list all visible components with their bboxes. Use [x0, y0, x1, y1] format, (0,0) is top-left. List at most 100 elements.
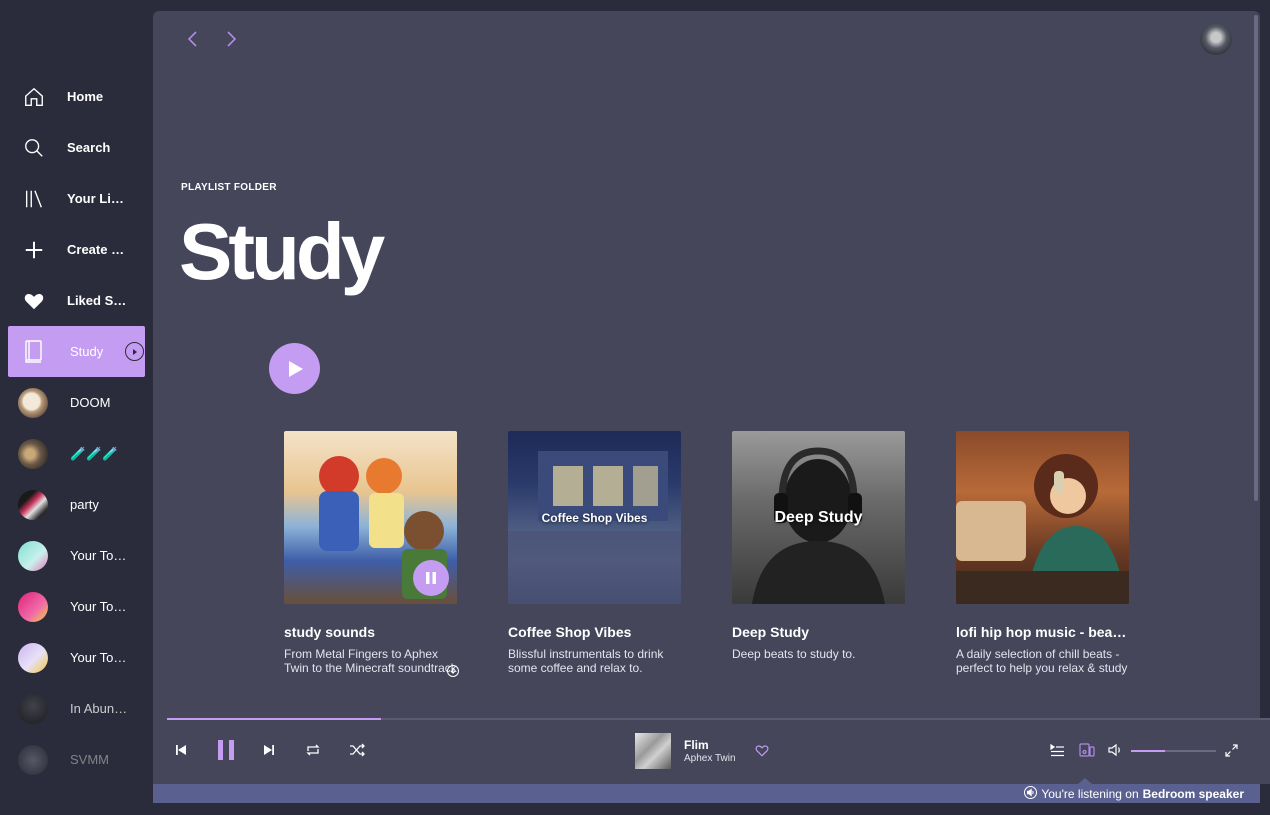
card-pause-button[interactable]: [413, 560, 449, 596]
fullscreen-button[interactable]: [1222, 741, 1240, 759]
playlist-thumbnail: [18, 643, 48, 673]
card-artwork: Deep Study: [732, 431, 905, 604]
nav-create-playlist[interactable]: Create Playlist: [8, 224, 145, 275]
skip-back-icon: [176, 745, 186, 755]
now-playing-artist[interactable]: Aphex Twin: [684, 753, 736, 764]
pause-button[interactable]: [215, 739, 237, 761]
expand-icon: [1224, 743, 1238, 757]
pause-icon: [426, 572, 436, 584]
sidebar-item-top-2020[interactable]: Your Top Songs 2020: [8, 530, 145, 581]
queue-button[interactable]: [1048, 741, 1066, 759]
speaker-icon: [1024, 786, 1038, 802]
playlist-thumbnail: [18, 388, 48, 418]
sidebar-item-svmm[interactable]: SVMM: [8, 734, 145, 785]
volume-icon: [1107, 743, 1120, 757]
volume-button[interactable]: [1106, 741, 1124, 759]
scrollbar[interactable]: [1254, 15, 1258, 501]
card-title: lofi hip hop music - beats to relax/stud…: [956, 624, 1129, 640]
card-description: Deep beats to study to.: [732, 647, 856, 661]
shuffle-icon: [350, 743, 365, 757]
nav-liked-songs-label: Liked Songs: [67, 293, 131, 308]
back-arrow-icon[interactable]: [183, 29, 203, 49]
sidebar-item-in-abundance[interactable]: In Abundance: [8, 683, 145, 734]
playlist-card-lofi-hip-hop[interactable]: lofi hip hop music - beats to relax/stud…: [956, 431, 1129, 691]
sidebar-item-study[interactable]: Study: [8, 326, 145, 377]
device-name[interactable]: Bedroom speaker: [1143, 787, 1244, 801]
connect-device-button[interactable]: [1078, 741, 1096, 759]
home-icon: [22, 85, 46, 109]
play-button[interactable]: [269, 343, 320, 394]
now-playing-cover[interactable]: [635, 733, 671, 769]
nav-search[interactable]: Search: [8, 122, 145, 173]
nav-search-label: Search: [67, 140, 111, 155]
heart-icon: [22, 289, 46, 313]
card-art-text: Coffee Shop Vibes: [541, 510, 648, 525]
page-title: Study: [179, 207, 385, 296]
sidebar-item-top-2019[interactable]: Your Top Songs 2019: [8, 581, 145, 632]
device-bar-pointer: [1078, 778, 1092, 784]
forward-arrow-icon[interactable]: [221, 29, 241, 49]
previous-button[interactable]: [172, 741, 190, 759]
device-status-prefix: You're listening on: [1041, 787, 1139, 801]
sidebar-item-label: Your Top Songs 2019: [70, 599, 132, 614]
playlist-thumbnail: [18, 490, 48, 520]
playlist-thumbnail: [18, 745, 48, 775]
plus-icon: [22, 238, 46, 262]
playlist-card-deep-study[interactable]: Deep Study Deep Study Deep beats to stud…: [732, 431, 905, 691]
queue-icon: [1049, 743, 1064, 756]
sidebar-item-label: SVMM: [70, 752, 109, 767]
folder-expand-icon[interactable]: [125, 342, 144, 361]
sidebar-item-flasks[interactable]: 🧪🧪🧪: [8, 428, 145, 479]
next-button[interactable]: [260, 741, 278, 759]
playback-progress-bar[interactable]: [167, 718, 1270, 720]
library-icon: [22, 187, 46, 211]
nav-library-label: Your Library: [67, 191, 131, 206]
sidebar-item-label: Your Top Songs 2018: [70, 650, 132, 665]
playlist-thumbnail: [18, 592, 48, 622]
card-title: Coffee Shop Vibes: [508, 624, 632, 640]
sidebar-item-label: Your Top Songs 2020: [70, 548, 132, 563]
nav-library[interactable]: Your Library: [8, 173, 145, 224]
card-artwork: Coffee Shop Vibes: [508, 431, 681, 604]
device-status-bar: You're listening on Bedroom speaker: [153, 778, 1260, 803]
playlist-card-coffee-shop-vibes[interactable]: Coffee Shop Vibes Coffee Shop Vibes Blis…: [508, 431, 681, 691]
sidebar-item-label: DOOM: [70, 395, 111, 410]
card-title: study sounds: [284, 624, 376, 640]
sidebar: Home Search Your Library Create Playlist…: [0, 0, 153, 815]
card-artwork: [956, 431, 1129, 604]
card-art-text: Deep Study: [774, 508, 863, 526]
sidebar-item-label: party: [70, 497, 99, 512]
sidebar-item-party[interactable]: party: [8, 479, 145, 530]
folder-type-label: PLAYLIST FOLDER: [181, 182, 277, 193]
card-description: Blissful instrumentals to drink some cof…: [508, 647, 664, 675]
downloaded-icon: [447, 664, 459, 677]
sidebar-item-label: In Abundance: [70, 701, 132, 716]
pause-icon: [218, 740, 234, 760]
skip-forward-icon: [264, 745, 274, 755]
heart-outline-icon: [755, 744, 769, 757]
nav-home-label: Home: [67, 89, 104, 104]
like-button[interactable]: [754, 742, 770, 758]
main-view: PLAYLIST FOLDER Study study sounds From …: [153, 11, 1260, 803]
sidebar-item-label: 🧪🧪🧪: [70, 446, 119, 461]
user-avatar[interactable]: [1200, 23, 1232, 55]
nav-home[interactable]: Home: [8, 71, 145, 122]
nav-create-playlist-label: Create Playlist: [67, 242, 131, 257]
repeat-button[interactable]: [304, 741, 322, 759]
search-icon: [22, 136, 46, 160]
now-playing-title[interactable]: Flim: [684, 738, 709, 752]
play-icon: [288, 360, 303, 377]
card-description: A daily selection of chill beats - perfe…: [956, 647, 1128, 675]
sidebar-item-doom[interactable]: DOOM: [8, 377, 145, 428]
volume-slider[interactable]: [1131, 750, 1216, 752]
playlist-thumbnail: [18, 694, 48, 724]
playlist-card-study-sounds[interactable]: study sounds From Metal Fingers to Aphex…: [284, 431, 459, 691]
playlist-thumbnail: [18, 439, 48, 469]
sidebar-item-label: Study: [70, 344, 104, 359]
playlist-thumbnail: [18, 541, 48, 571]
history-nav: [183, 29, 241, 49]
card-artwork: [284, 431, 457, 604]
shuffle-button[interactable]: [348, 741, 366, 759]
sidebar-item-top-2018[interactable]: Your Top Songs 2018: [8, 632, 145, 683]
nav-liked-songs[interactable]: Liked Songs: [8, 275, 145, 326]
